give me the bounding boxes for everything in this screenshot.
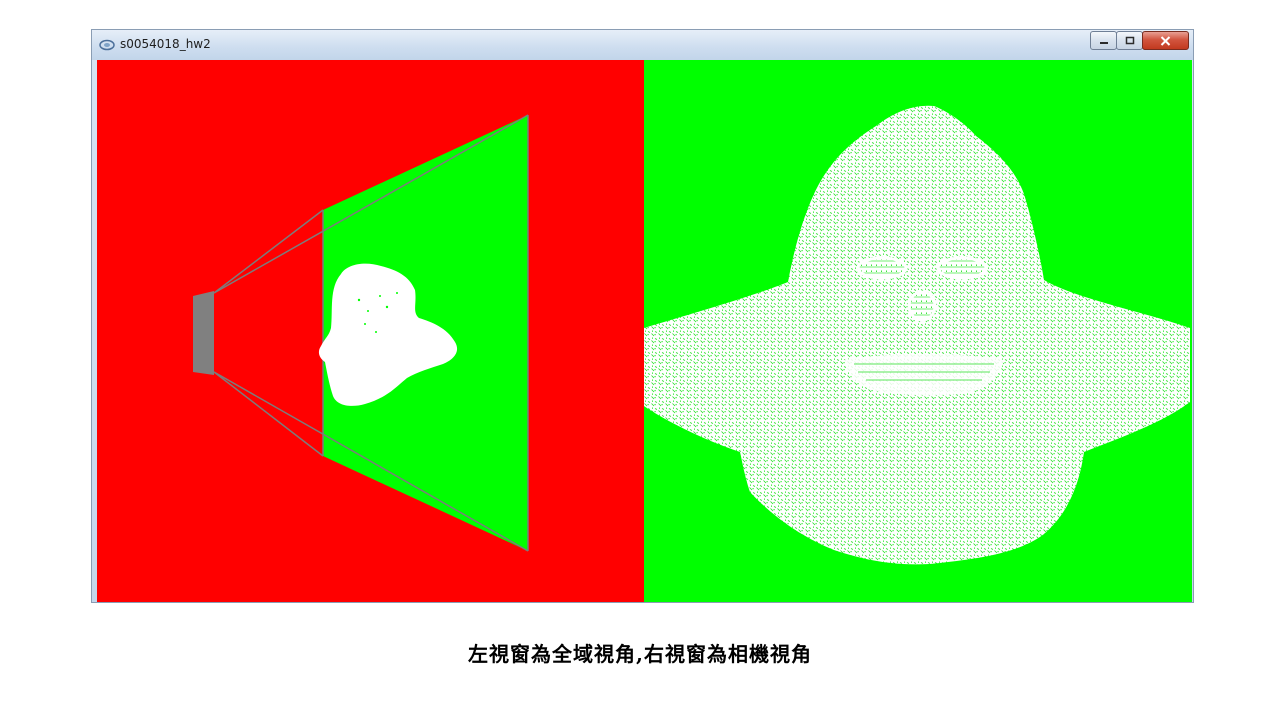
close-icon (1160, 35, 1171, 46)
slide-caption: 左視窗為全域視角,右視窗為相機視角 (468, 642, 812, 666)
maximize-icon (1125, 36, 1134, 45)
caption-buttons (1090, 31, 1189, 50)
close-button[interactable] (1142, 31, 1189, 50)
global-view-viewport[interactable] (97, 60, 644, 602)
opengl-app-icon (99, 39, 115, 51)
global-view-scene (193, 114, 529, 552)
camera-near-plane (193, 291, 214, 375)
minimize-icon (1099, 41, 1108, 44)
client-area (97, 60, 1192, 602)
maximize-button[interactable] (1116, 31, 1143, 50)
title-bar[interactable]: s0054018_hw2 (92, 30, 1193, 60)
window-title: s0054018_hw2 (120, 37, 211, 51)
app-window: s0054018_hw2 (91, 29, 1194, 603)
camera-view-scene (644, 105, 1190, 565)
minimize-button[interactable] (1090, 31, 1117, 50)
camera-view-viewport[interactable] (644, 60, 1192, 602)
mesh-body (644, 105, 1190, 565)
